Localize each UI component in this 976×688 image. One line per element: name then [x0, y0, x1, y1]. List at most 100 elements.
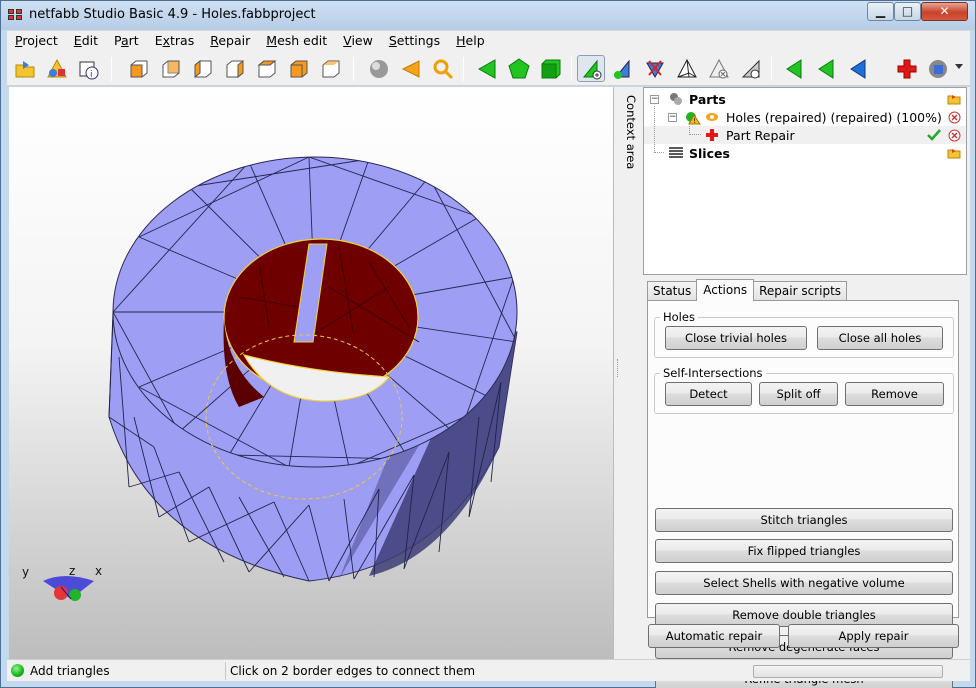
chevron-down-icon[interactable]	[955, 64, 963, 69]
app-icon	[8, 9, 24, 21]
toolbar: i	[7, 51, 970, 86]
tree-item-part-repair[interactable]: Part Repair	[644, 126, 966, 144]
stitch-triangles-button[interactable]: Stitch triangles	[655, 508, 953, 532]
open-folder-icon[interactable]	[947, 146, 961, 160]
holes-group-title: Holes	[660, 310, 698, 324]
tetrahedron-icon[interactable]	[673, 55, 701, 82]
maximize-button[interactable]: □	[894, 2, 921, 21]
add-part-icon[interactable]	[43, 55, 71, 82]
close-trivial-holes-button[interactable]: Close trivial holes	[665, 326, 807, 350]
tree-item-parts[interactable]: − Parts	[644, 90, 966, 108]
view-top-icon[interactable]	[253, 55, 281, 82]
tree-item-part[interactable]: − ! Holes (repaired) (repaired) (100%)	[644, 108, 966, 126]
flip-left-icon[interactable]	[781, 55, 809, 82]
select-surface-icon[interactable]	[505, 55, 533, 82]
menu-view[interactable]: View	[335, 31, 381, 51]
menu-bar: Project Edit Part Extras Repair Mesh edi…	[7, 30, 970, 51]
view-back-icon[interactable]	[157, 55, 185, 82]
axis-gizmo: y z x	[22, 564, 102, 601]
parts-label: Parts	[689, 91, 726, 107]
view-front-icon[interactable]	[125, 55, 153, 82]
3d-viewport[interactable]: y z x	[9, 87, 613, 659]
remove-triangle-icon[interactable]	[705, 55, 733, 82]
view-right-icon[interactable]	[221, 55, 249, 82]
view-iso-icon[interactable]	[317, 55, 345, 82]
menu-mesh-edit[interactable]: Mesh edit	[258, 31, 335, 51]
menu-repair[interactable]: Repair	[202, 31, 258, 51]
shading-icon[interactable]	[365, 55, 393, 82]
context-area-label: Context area	[624, 95, 638, 170]
svg-text:!: !	[693, 117, 696, 125]
part-repair-label: Part Repair	[726, 127, 795, 143]
remove-surface-icon[interactable]	[737, 55, 765, 82]
automatic-repair-button[interactable]: Automatic repair	[648, 624, 780, 648]
title-bar[interactable]: netfabb Studio Basic 4.9 - Holes.fabbpro…	[1, 1, 975, 30]
flip-right-icon[interactable]	[845, 55, 873, 82]
collapse-icon[interactable]: −	[668, 112, 677, 122]
status-hint: Click on 2 border edges to connect them	[230, 664, 476, 678]
cancel-repair-icon[interactable]	[947, 128, 961, 142]
svg-text:i: i	[90, 70, 93, 80]
tab-bar: Status Actions Repair scripts	[647, 279, 848, 301]
part-label: Holes (repaired) (repaired) (100%)	[726, 109, 942, 125]
menu-project[interactable]: Project	[7, 31, 66, 51]
slices-label: Slices	[689, 145, 730, 161]
tab-actions[interactable]: Actions	[696, 279, 755, 301]
progress-bar	[753, 665, 943, 678]
slices-icon	[668, 145, 684, 161]
status-bar: Add triangles Click on 2 border edges to…	[7, 659, 970, 681]
select-negative-shells-button[interactable]: Select Shells with negative volume	[655, 571, 953, 595]
repair-cross-icon	[704, 127, 720, 143]
menu-help[interactable]: Help	[448, 31, 493, 51]
menu-edit[interactable]: Edit	[66, 31, 106, 51]
self-intersections-group-title: Self-Intersections	[660, 366, 766, 380]
parts-icon	[668, 91, 684, 107]
axis-y-label: y	[22, 565, 29, 579]
close-button[interactable]: ✕	[921, 2, 968, 21]
tab-repair-scripts[interactable]: Repair scripts	[753, 281, 848, 301]
menu-part[interactable]: Part	[106, 31, 147, 51]
panel-splitter[interactable]	[613, 87, 621, 659]
status-mode: Add triangles	[30, 664, 110, 678]
open-project-icon[interactable]	[11, 55, 39, 82]
eye-icon[interactable]	[704, 109, 720, 125]
open-folder-icon[interactable]	[947, 92, 961, 106]
repair-cross-icon[interactable]	[893, 55, 921, 82]
settings-dropdown-icon[interactable]	[925, 55, 953, 82]
tab-status[interactable]: Status	[647, 281, 698, 301]
collapse-icon[interactable]: −	[650, 94, 659, 104]
view-left-icon[interactable]	[189, 55, 217, 82]
window-title: netfabb Studio Basic 4.9 - Holes.fabbpro…	[29, 7, 316, 22]
select-triangle-icon[interactable]	[397, 55, 425, 82]
tree-item-slices[interactable]: Slices	[644, 106, 966, 162]
menu-extras[interactable]: Extras	[147, 31, 203, 51]
cut-triangles-icon[interactable]	[641, 55, 669, 82]
add-point-icon[interactable]	[609, 55, 637, 82]
remove-part-icon[interactable]	[947, 110, 961, 124]
select-shell-icon[interactable]	[537, 55, 565, 82]
add-triangles-icon[interactable]	[577, 55, 605, 82]
select-triangles-icon[interactable]	[473, 55, 501, 82]
axis-x-label: x	[95, 564, 102, 578]
minimize-button[interactable]: ▁	[867, 2, 894, 21]
split-off-button[interactable]: Split off	[759, 382, 838, 406]
mesh-render[interactable]: y z x	[9, 87, 613, 659]
status-indicator-icon	[11, 664, 24, 677]
view-bottom-icon[interactable]	[285, 55, 313, 82]
axis-z-label: z	[69, 564, 75, 578]
remove-button[interactable]: Remove	[845, 382, 944, 406]
fix-flipped-triangles-button[interactable]: Fix flipped triangles	[655, 539, 953, 563]
holes-group: Holes Close trivial holes Close all hole…	[654, 310, 954, 358]
flip-mid-icon[interactable]	[813, 55, 841, 82]
zoom-icon[interactable]	[429, 55, 457, 82]
part-info-icon[interactable]: i	[75, 55, 103, 82]
part-status-icon: !	[685, 109, 701, 125]
checkmark-icon[interactable]	[927, 128, 941, 142]
context-area-tab[interactable]: Context area	[621, 87, 641, 659]
project-tree: − Parts − ! Holes (repaired) (repaired) …	[643, 87, 967, 275]
right-panel: − Parts − ! Holes (repaired) (repaired) …	[641, 87, 970, 688]
detect-button[interactable]: Detect	[665, 382, 752, 406]
apply-repair-button[interactable]: Apply repair	[788, 624, 959, 648]
menu-settings[interactable]: Settings	[381, 31, 448, 51]
close-all-holes-button[interactable]: Close all holes	[817, 326, 943, 350]
